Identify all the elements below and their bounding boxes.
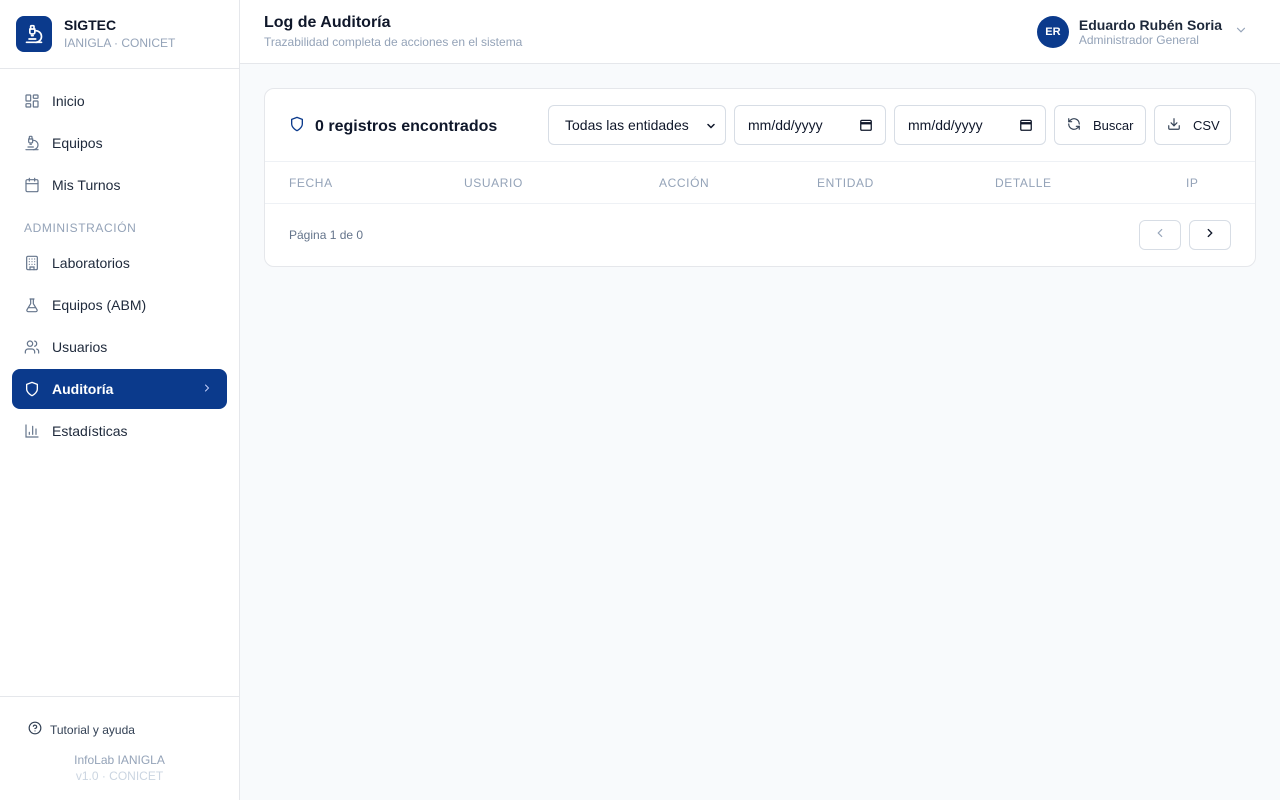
- page-title: Log de Auditoría: [264, 14, 391, 31]
- help-circle-icon: [28, 721, 42, 738]
- section-label-administracion: ADMINISTRACIÓN: [24, 221, 137, 235]
- sidebar: SIGTEC IANIGLA · CONICET Inicio Equipos …: [0, 0, 240, 800]
- chevron-right-icon: [1203, 226, 1217, 245]
- sidebar-item-label: Estadísticas: [52, 423, 128, 439]
- sidebar-item-usuarios[interactable]: Usuarios: [12, 327, 227, 367]
- sidebar-item-label: Equipos: [52, 135, 103, 151]
- page-subtitle: Trazabilidad completa de acciones en el …: [264, 35, 523, 49]
- search-button[interactable]: Buscar: [1054, 105, 1146, 145]
- microscope-icon: [16, 16, 52, 52]
- records-count: 0 registros encontrados: [289, 116, 497, 137]
- users-icon: [24, 339, 40, 355]
- shield-icon: [289, 116, 305, 137]
- sidebar-item-laboratorios[interactable]: Laboratorios: [12, 243, 227, 283]
- flask-icon: [24, 297, 40, 313]
- refresh-icon: [1067, 117, 1081, 134]
- column-header-detalle[interactable]: DETALLE: [995, 176, 1052, 190]
- csv-button-label: CSV: [1193, 117, 1220, 133]
- brand-subtitle: IANIGLA · CONICET: [64, 36, 176, 50]
- date-to-placeholder: mm/dd/yyyy: [908, 117, 983, 133]
- shield-icon: [24, 381, 40, 397]
- chevron-left-icon: [1153, 226, 1167, 245]
- date-from-placeholder: mm/dd/yyyy: [748, 117, 823, 133]
- sidebar-item-inicio[interactable]: Inicio: [12, 81, 227, 121]
- export-csv-button[interactable]: CSV: [1154, 105, 1231, 145]
- brand-name: SIGTEC: [64, 17, 117, 33]
- column-header-entidad[interactable]: ENTIDAD: [817, 176, 874, 190]
- search-button-label: Buscar: [1093, 117, 1134, 133]
- column-header-accion[interactable]: ACCIÓN: [659, 176, 709, 190]
- chevron-right-icon: [201, 381, 213, 398]
- sidebar-item-label: Equipos (ABM): [52, 297, 147, 313]
- user-menu[interactable]: ER Eduardo Rubén Soria Administrador Gen…: [1036, 16, 1248, 48]
- filters: Todas las entidades mm/dd/yyyy mm/dd/yyy…: [540, 105, 1231, 145]
- entity-select[interactable]: Todas las entidades: [548, 105, 726, 145]
- entity-select-value: Todas las entidades: [565, 117, 689, 133]
- help-link[interactable]: Tutorial y ayuda: [28, 721, 135, 738]
- brand: SIGTEC IANIGLA · CONICET: [0, 0, 239, 69]
- microscope-icon: [24, 135, 40, 151]
- table-header: FECHA USUARIO ACCIÓN ENTIDAD DETALLE IP: [265, 162, 1255, 204]
- sidebar-item-mis-turnos[interactable]: Mis Turnos: [12, 165, 227, 205]
- sidebar-item-label: Mis Turnos: [52, 177, 121, 193]
- calendar-icon[interactable]: [859, 118, 873, 135]
- bar-chart-icon: [24, 423, 40, 439]
- date-to-input[interactable]: mm/dd/yyyy: [894, 105, 1046, 145]
- audit-toolbar: 0 registros encontrados Todas las entida…: [265, 89, 1255, 162]
- sidebar-item-auditoria[interactable]: Auditoría: [12, 369, 227, 409]
- column-header-ip[interactable]: IP: [1186, 176, 1199, 190]
- sidebar-item-label: Inicio: [52, 93, 85, 109]
- prev-page-button[interactable]: [1139, 220, 1181, 250]
- sidebar-footer: Tutorial y ayuda InfoLab IANIGLA v1.0 · …: [0, 696, 239, 800]
- chevron-down-icon: [1234, 23, 1248, 42]
- sidebar-nav: Inicio Equipos Mis Turnos ADMINISTRACIÓN…: [0, 69, 239, 451]
- building-icon: [24, 255, 40, 271]
- pagination: Página 1 de 0: [265, 204, 1255, 267]
- calendar-icon: [24, 177, 40, 193]
- calendar-icon[interactable]: [1019, 118, 1033, 135]
- sidebar-item-equipos[interactable]: Equipos: [12, 123, 227, 163]
- sidebar-item-equipos-abm[interactable]: Equipos (ABM): [12, 285, 227, 325]
- date-from-input[interactable]: mm/dd/yyyy: [734, 105, 886, 145]
- avatar: ER: [1036, 16, 1069, 48]
- sidebar-item-label: Laboratorios: [52, 255, 130, 271]
- records-count-label: 0 registros encontrados: [315, 117, 498, 135]
- download-icon: [1167, 117, 1181, 134]
- user-role: Administrador General: [1078, 32, 1199, 47]
- footer-app-name: InfoLab IANIGLA: [74, 753, 165, 767]
- sidebar-item-estadisticas[interactable]: Estadísticas: [12, 411, 227, 451]
- chevron-down-icon: [705, 119, 717, 135]
- user-name: Eduardo Rubén Soria: [1078, 16, 1222, 33]
- sidebar-item-label: Usuarios: [52, 339, 108, 355]
- top-header: Log de Auditoría Trazabilidad completa d…: [240, 0, 1280, 64]
- audit-card: 0 registros encontrados Todas las entida…: [264, 88, 1256, 267]
- footer-version: v1.0 · CONICET: [75, 769, 164, 783]
- sidebar-item-label: Auditoría: [52, 381, 114, 397]
- grid-icon: [24, 93, 40, 109]
- next-page-button[interactable]: [1189, 220, 1231, 250]
- pagination-text: Página 1 de 0: [289, 228, 364, 242]
- help-label: Tutorial y ayuda: [50, 722, 135, 737]
- column-header-usuario[interactable]: USUARIO: [464, 176, 523, 190]
- column-header-fecha[interactable]: FECHA: [289, 176, 333, 190]
